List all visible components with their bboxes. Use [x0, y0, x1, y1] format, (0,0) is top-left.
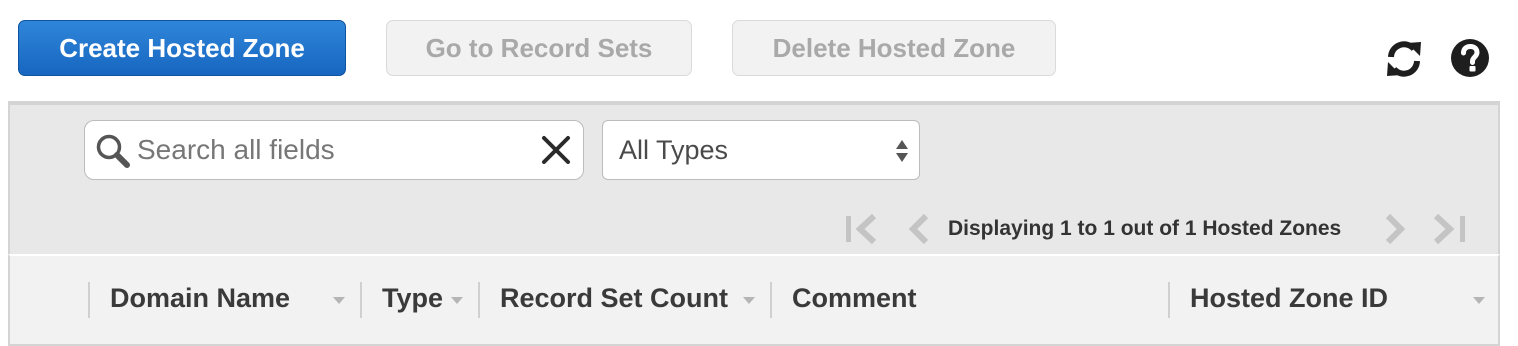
last-page-icon[interactable]	[1432, 213, 1468, 245]
column-label: Comment	[792, 282, 917, 313]
sort-arrow-icon[interactable]	[1472, 296, 1486, 305]
route53-hosted-zones-page: Create Hosted Zone Go to Record Sets Del…	[0, 0, 1518, 346]
refresh-icon[interactable]	[1383, 38, 1425, 80]
search-box	[84, 120, 584, 180]
pagination: Displaying 1 to 1 out of 1 Hosted Zones	[844, 211, 1484, 247]
clear-search-icon[interactable]	[541, 135, 571, 165]
sort-arrow-icon[interactable]	[450, 296, 464, 305]
type-filter-select[interactable]: All Types	[602, 120, 920, 180]
delete-hosted-zone-label: Delete Hosted Zone	[772, 32, 1016, 63]
column-header-type[interactable]: Type	[382, 256, 443, 340]
go-to-record-sets-label: Go to Record Sets	[425, 32, 653, 63]
column-label: Type	[382, 282, 444, 313]
go-to-record-sets-button[interactable]: Go to Record Sets	[386, 20, 692, 76]
column-label: Record Set Count	[500, 282, 729, 313]
next-page-icon[interactable]	[1384, 213, 1406, 245]
previous-page-icon[interactable]	[908, 213, 930, 245]
column-header-hosted-zone-id[interactable]: Hosted Zone ID	[1190, 256, 1388, 340]
filter-panel: All Types Displaying 1 to 1 out of 1 Hos…	[8, 101, 1500, 254]
column-header-domain-name[interactable]: Domain Name	[110, 256, 290, 340]
delete-hosted-zone-button[interactable]: Delete Hosted Zone	[732, 20, 1056, 76]
create-hosted-zone-button[interactable]: Create Hosted Zone	[18, 20, 346, 76]
column-header-comment[interactable]: Comment	[792, 256, 917, 340]
column-separator	[1168, 282, 1170, 318]
sort-arrow-icon[interactable]	[742, 296, 756, 305]
help-icon[interactable]	[1450, 38, 1490, 78]
type-filter-value: All Types	[619, 135, 729, 165]
column-header-record-set-count[interactable]: Record Set Count	[500, 256, 728, 340]
column-separator	[478, 282, 480, 318]
pagination-summary: Displaying 1 to 1 out of 1 Hosted Zones	[948, 217, 1342, 240]
column-separator	[88, 282, 90, 318]
first-page-icon[interactable]	[844, 213, 880, 245]
hosted-zones-table-header: Domain Name Type Record Set Count Commen…	[8, 254, 1500, 346]
column-separator	[360, 282, 362, 318]
column-label: Hosted Zone ID	[1190, 282, 1389, 313]
search-input[interactable]	[137, 129, 527, 171]
search-icon	[96, 134, 130, 168]
create-hosted-zone-label: Create Hosted Zone	[59, 32, 305, 63]
column-label: Domain Name	[110, 282, 291, 313]
column-separator	[770, 282, 772, 318]
sort-arrow-icon[interactable]	[332, 296, 346, 305]
select-arrows-icon	[896, 140, 908, 162]
